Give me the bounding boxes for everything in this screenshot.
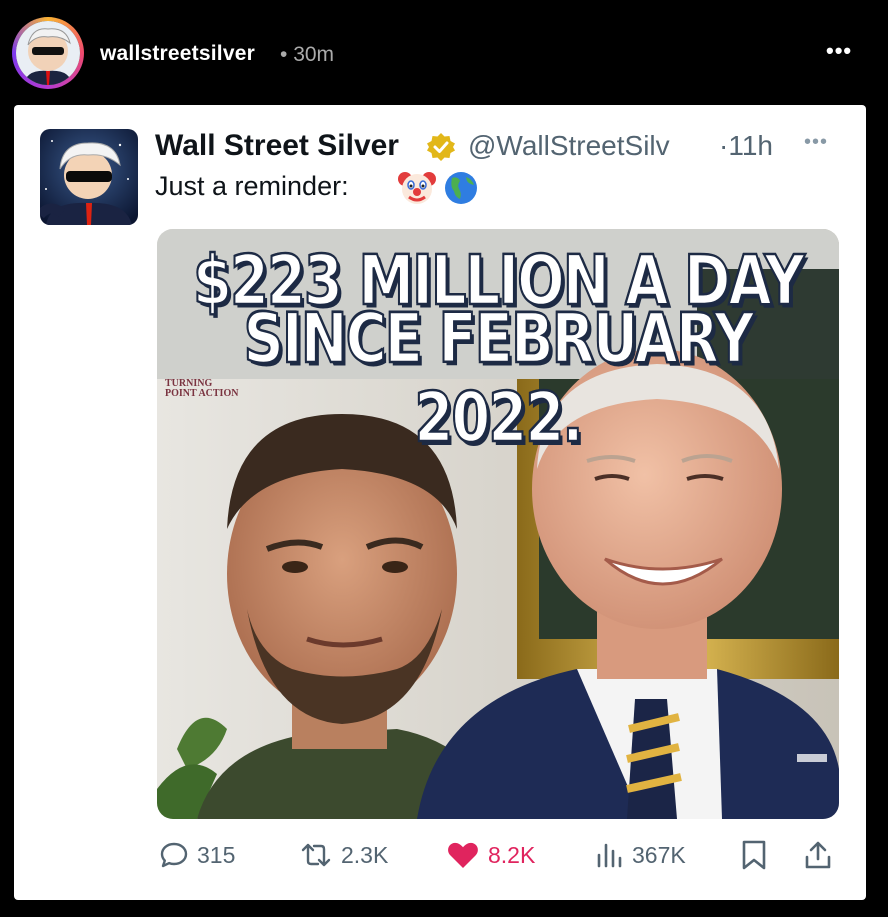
reply-count: 315 <box>197 841 236 868</box>
story-time: • 30m <box>280 43 334 67</box>
tweet-media-image[interactable]: $223 MILLION A DAY SINCE FEBRUARY 2022. … <box>157 229 839 819</box>
avatar[interactable] <box>16 21 80 85</box>
reply-icon <box>160 842 188 868</box>
time-separator: · <box>719 130 729 161</box>
tweet-action-bar: 315 2.3K 8.2K 367K <box>14 833 866 877</box>
share-button[interactable] <box>802 833 834 877</box>
tweet-text: Just a reminder: <box>155 171 349 201</box>
logo-line2: POINT ACTION <box>165 388 239 399</box>
bookmark-button[interactable] <box>740 833 768 877</box>
verified-badge-icon <box>427 133 455 161</box>
share-icon <box>805 841 831 869</box>
repost-icon <box>301 843 331 867</box>
views-count: 367K <box>632 841 686 868</box>
views-chart-icon <box>597 843 622 868</box>
bookmark-icon <box>742 840 766 870</box>
turning-point-logo: TURNING POINT ACTION <box>165 379 238 399</box>
user-handle[interactable]: @WallStreetSilv <box>468 130 670 162</box>
views-button[interactable]: 367K <box>594 833 686 877</box>
repost-button[interactable]: 2.3K <box>299 833 388 877</box>
story-header: wallstreetsilver • 30m ••• <box>0 0 888 105</box>
time-separator: • <box>280 43 288 66</box>
media-headline-line2: SINCE FEBRUARY 2022. <box>243 298 756 459</box>
like-count: 8.2K <box>488 841 536 868</box>
more-options-icon[interactable]: ••• <box>826 38 852 64</box>
tweet-time[interactable]: ·11h <box>719 130 773 162</box>
repost-count: 2.3K <box>341 841 389 868</box>
story-username[interactable]: wallstreetsilver <box>100 42 255 66</box>
avatar-image <box>16 21 80 85</box>
like-button[interactable]: 8.2K <box>446 833 535 877</box>
avatar-image <box>40 129 138 225</box>
tweet-card: Wall Street Silver @WallStreetSilv ·11h … <box>14 105 866 900</box>
tweet-more-icon[interactable]: ••• <box>804 131 828 154</box>
tweet-avatar[interactable] <box>40 129 138 225</box>
clown-face-icon <box>398 172 436 204</box>
globe-americas-icon <box>445 172 477 204</box>
time-ago: 11h <box>728 130 773 161</box>
display-name[interactable]: Wall Street Silver <box>155 129 399 163</box>
time-ago: 30m <box>293 43 335 66</box>
reply-button[interactable]: 315 <box>159 833 235 877</box>
heart-icon <box>448 842 478 868</box>
story-avatar-ring[interactable] <box>12 17 84 89</box>
